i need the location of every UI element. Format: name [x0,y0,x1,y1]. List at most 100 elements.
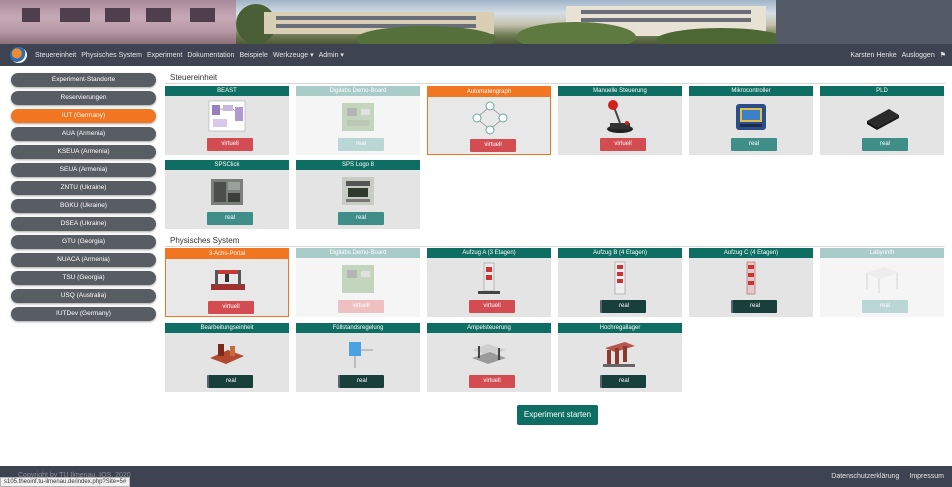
chip-icon [867,109,899,130]
card-launch-button[interactable]: virtuell [470,139,516,152]
card-title: Hochregallager [558,323,682,333]
logout-link[interactable]: Ausloggen [902,52,935,59]
card-launch-button[interactable]: real [207,212,253,225]
card-title: 3-Achs-Portal [166,249,288,259]
card-title: Aufzug B (4 Etagen) [558,248,682,258]
circuit-board-icon [342,103,374,131]
card-aufzug-b[interactable]: Aufzug B (4 Etagen) real [558,248,682,317]
card-hochregallager[interactable]: Hochregallager real [558,323,682,392]
labyrinth-table-icon [865,267,899,293]
plc-logo-icon [342,177,374,205]
sidebar-item-dsea-ukraine[interactable]: DSEA (Ukraine) [11,217,156,231]
banner-photo-left [0,0,236,44]
footer-links: Datenschutzerklärung Impressum [821,466,944,487]
card-title: Füllstandsregelung [296,323,420,333]
card-title: BEAST [165,86,289,96]
card-title: Aufzug C (4 Etagen) [689,248,813,258]
joystick-icon [607,100,633,133]
nav-item-werkzeuge[interactable]: Werkzeuge ▾ [273,51,314,59]
nav-item-physisches-system[interactable]: Physisches System [81,52,142,59]
sidebar-item-seua-armenia[interactable]: SEUA (Armenia) [11,163,156,177]
card-aufzug-a[interactable]: Aufzug A (3 Etagen) virtuell [427,248,551,317]
sidebar-item-iutdev-germany[interactable]: IUTDev (Germany) [11,307,156,321]
card-title: Mikrocontroller [689,86,813,96]
nav-item-steuereinheit[interactable]: Steuereinheit [35,52,76,59]
sidebar-item-gtu-georgia[interactable]: GTU (Georgia) [11,235,156,249]
sidebar-item-experiment-standorte[interactable]: Experiment-Standorte [11,73,156,87]
card-launch-button[interactable]: real [600,375,646,388]
card-launch-button[interactable]: virtuell [600,138,646,151]
card-3-achs-portal[interactable]: 3-Achs-Portal virtuell [165,248,289,317]
privacy-link[interactable]: Datenschutzerklärung [831,473,899,480]
section-title-physisches-system: Physisches System [170,236,240,245]
user-name-link[interactable]: Karsten Henke [850,52,896,59]
card-digilabs-demo-board: Digilabs Demo-Board real [296,86,420,155]
footer: Copyright by TU Ilmenau, IOS, 2020 Daten… [0,466,952,487]
nav-item-beispiele[interactable]: Beispiele [239,52,267,59]
card-title: Ampelsteuerung [427,323,551,333]
sidebar-item-zntu-ukraine[interactable]: ZNTU (Ukraine) [11,181,156,195]
card-launch-button[interactable]: virtuell [207,138,253,151]
card-title: Aufzug A (3 Etagen) [427,248,551,258]
card-launch-button[interactable]: virtuell [469,300,515,313]
section-divider [165,246,945,247]
card-bearbeitungseinheit[interactable]: Bearbeitungseinheit real [165,323,289,392]
card-title: SPSClick [165,160,289,170]
card-launch-button[interactable]: real [600,300,646,313]
card-automatengraph[interactable]: Automatengraph virtuell [427,86,551,155]
card-manuelle-steuerung[interactable]: Manuelle Steuerung virtuell [558,86,682,155]
location-sidebar: Experiment-Standorte Reservierungen IUT … [11,73,156,325]
card-title: SPS Logo 8 [296,160,420,170]
elevator-model-icon [478,262,500,294]
start-experiment-button[interactable]: Experiment starten [517,405,598,425]
card-beast[interactable]: BEAST virtuell [165,86,289,155]
sidebar-item-tsu-georgia[interactable]: TSU (Georgia) [11,271,156,285]
card-title: Digilabs Demo-Board [296,86,420,96]
circuit-board-icon [342,265,374,293]
card-launch-button: real [338,138,384,151]
card-fuellstandsregelung[interactable]: Füllstandsregelung real [296,323,420,392]
card-launch-button[interactable]: real [338,212,384,225]
nav-user-area: Karsten Henke Ausloggen ⚑ [845,44,946,66]
section-divider [165,83,945,84]
imprint-link[interactable]: Impressum [909,473,944,480]
beast-diagram-icon [208,100,246,132]
card-title: Labyrinth [820,248,944,258]
card-launch-button[interactable]: real [207,375,253,388]
flag-icon[interactable]: ⚑ [940,51,946,59]
sidebar-item-aua-armenia[interactable]: AUA (Armenia) [11,127,156,141]
card-launch-button[interactable]: real [862,138,908,151]
card-launch-button[interactable]: virtuell [469,375,515,388]
card-mikrocontroller[interactable]: Mikrocontroller real [689,86,813,155]
section-title-steuereinheit: Steuereinheit [170,73,218,82]
card-launch-button[interactable]: virtuell [208,301,254,314]
card-launch-button[interactable]: real [731,138,777,151]
sidebar-item-usq-australia[interactable]: USQ (Australia) [11,289,156,303]
card-spsclick[interactable]: SPSClick real [165,160,289,229]
site-logo-icon[interactable] [10,47,27,63]
sidebar-item-kseua-armenia[interactable]: KSEUA (Armenia) [11,145,156,159]
sidebar-item-bgku-ukraine[interactable]: BGKU (Ukraine) [11,199,156,213]
nav-menu: Steuereinheit Physisches System Experime… [35,44,349,66]
elevator-model-icon [746,261,756,295]
high-bay-storage-icon [603,342,635,367]
card-title: Bearbeitungseinheit [165,323,289,333]
card-launch-button: virtuell [338,300,384,313]
sidebar-item-reservierungen[interactable]: Reservierungen [11,91,156,105]
sidebar-item-nuaca-armenia[interactable]: NUACA (Armenia) [11,253,156,267]
card-sps-logo-8[interactable]: SPS Logo 8 real [296,160,420,229]
nav-item-dokumentation[interactable]: Dokumentation [187,52,234,59]
card-title: Automatengraph [428,87,550,97]
nav-item-experiment[interactable]: Experiment [147,52,182,59]
sidebar-item-iut-germany[interactable]: IUT (Germany) [11,109,156,123]
banner-photo-campus [236,0,786,44]
card-launch-button[interactable]: real [338,375,384,388]
card-aufzug-c[interactable]: Aufzug C (4 Etagen) real [689,248,813,317]
card-launch-button[interactable]: real [731,300,777,313]
top-navbar: Steuereinheit Physisches System Experime… [0,44,952,66]
card-title: Manuelle Steuerung [558,86,682,96]
card-digilabs-demo-board-physical: Digilabs Demo-Board virtuell [296,248,420,317]
card-ampelsteuerung[interactable]: Ampelsteuerung virtuell [427,323,551,392]
nav-item-admin[interactable]: Admin ▾ [319,51,344,59]
card-pld[interactable]: PLD real [820,86,944,155]
